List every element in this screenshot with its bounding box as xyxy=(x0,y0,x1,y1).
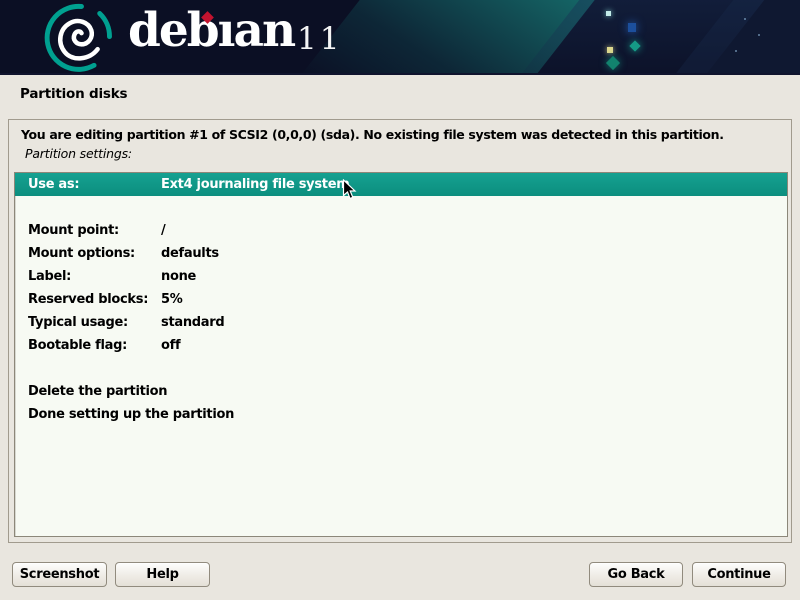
partition-settings-list: Use as: Ext4 journaling file system Moun… xyxy=(14,172,788,537)
banner-dot xyxy=(735,50,737,52)
banner-square-teal-2 xyxy=(606,56,620,70)
setting-value: 5% xyxy=(161,292,182,307)
list-item-reserved-blocks[interactable]: Reserved blocks: 5% xyxy=(15,288,787,311)
setting-value: off xyxy=(161,338,180,353)
banner-dot xyxy=(744,18,746,20)
banner-square-teal xyxy=(629,40,640,51)
setting-label: Mount point: xyxy=(28,223,161,238)
setting-label: Use as: xyxy=(28,177,161,192)
banner-square-white xyxy=(606,11,611,16)
banner-dot xyxy=(758,34,760,36)
setting-label: Label: xyxy=(28,269,161,284)
list-spacer-row xyxy=(15,196,787,219)
setting-label: Reserved blocks: xyxy=(28,292,161,307)
go-back-button[interactable]: Go Back xyxy=(589,562,683,587)
banner-dark-diagonal xyxy=(505,0,776,75)
debian-version: 11 xyxy=(297,21,342,57)
list-item-label[interactable]: Label: none xyxy=(15,265,787,288)
list-spacer-row xyxy=(15,357,787,380)
debian-swirl-logo-icon xyxy=(42,3,114,73)
setting-label: Mount options: xyxy=(28,246,161,261)
page-title: Partition disks xyxy=(20,86,127,102)
setting-label: Typical usage: xyxy=(28,315,161,330)
setting-value: / xyxy=(161,223,165,238)
debian-wordmark: debıan xyxy=(128,3,294,58)
help-button[interactable]: Help xyxy=(115,562,210,587)
content-frame: You are editing partition #1 of SCSI2 (0… xyxy=(8,119,792,543)
list-item-use-as[interactable]: Use as: Ext4 journaling file system xyxy=(15,173,787,196)
setting-value: standard xyxy=(161,315,224,330)
list-item-done-setting-up[interactable]: Done setting up the partition xyxy=(15,403,787,426)
banner-square-yellow xyxy=(607,47,613,53)
action-label: Delete the partition xyxy=(28,384,167,399)
list-item-delete-partition[interactable]: Delete the partition xyxy=(15,380,787,403)
setting-value: defaults xyxy=(161,246,219,261)
list-item-bootable-flag[interactable]: Bootable flag: off xyxy=(15,334,787,357)
banner-square-blue xyxy=(628,23,636,32)
setting-value: none xyxy=(161,269,196,284)
installer-banner: debıan 11 xyxy=(0,0,800,75)
list-item-mount-point[interactable]: Mount point: / xyxy=(15,219,787,242)
setting-label: Bootable flag: xyxy=(28,338,161,353)
continue-button[interactable]: Continue xyxy=(692,562,786,587)
list-item-typical-usage[interactable]: Typical usage: standard xyxy=(15,311,787,334)
screenshot-button[interactable]: Screenshot xyxy=(12,562,107,587)
list-item-mount-options[interactable]: Mount options: defaults xyxy=(15,242,787,265)
partition-settings-label: Partition settings: xyxy=(25,146,132,161)
action-label: Done setting up the partition xyxy=(28,407,234,422)
banner-faint-diagonal xyxy=(663,0,800,75)
partition-info-message: You are editing partition #1 of SCSI2 (0… xyxy=(21,127,724,142)
mouse-cursor-icon xyxy=(342,179,358,201)
setting-value: Ext4 journaling file system xyxy=(161,177,349,192)
